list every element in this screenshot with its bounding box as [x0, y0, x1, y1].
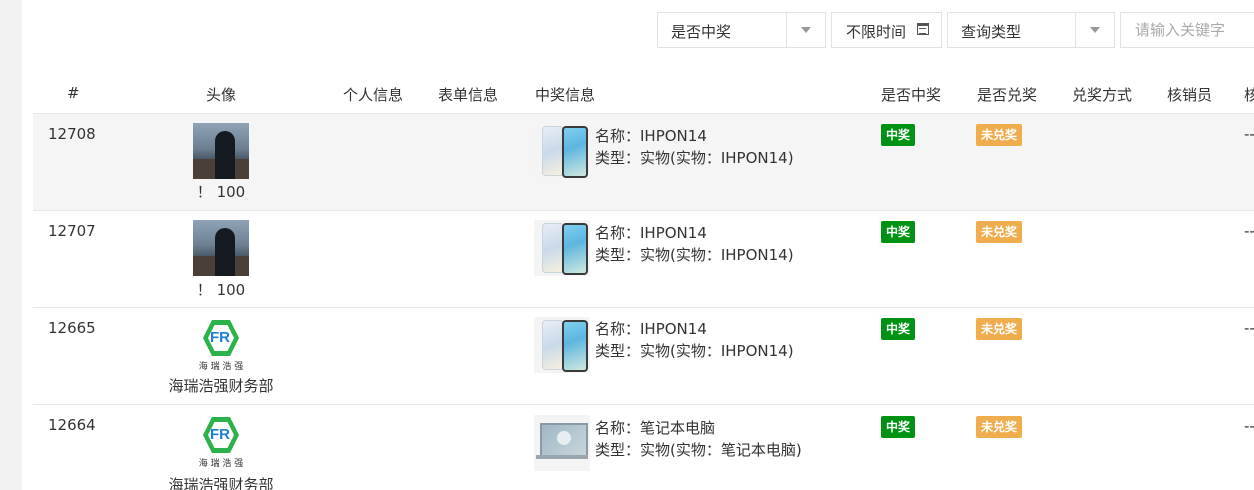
prize-type: 类型：实物(实物：IHPON14)	[595, 342, 794, 360]
prize-name: 名称：IHPON14	[595, 224, 707, 242]
win-status-badge: 中奖	[881, 416, 916, 438]
truncated-cell: --	[1244, 319, 1254, 337]
prize-name: 名称：IHPON14	[595, 127, 707, 145]
lottery-records-panel: 是否中奖 不限时间 查询类型 # 头像 个人信息 表单信息 中奖信息 是否中奖 …	[22, 0, 1254, 490]
column-header-redeem-status: 是否兑奖	[977, 86, 1038, 104]
query-type-select[interactable]: 查询类型	[947, 12, 1115, 48]
win-status-badge: 中奖	[881, 124, 916, 146]
table-row[interactable]: 12665 FR 海 瑞 浩 强 海瑞浩强财务部 名称：IHPON14 类型：实…	[33, 308, 1254, 405]
column-header-win-status: 是否中奖	[881, 86, 942, 104]
column-header-verifier: 核销员	[1167, 86, 1213, 104]
prize-type: 类型：实物(实物：IHPON14)	[595, 149, 794, 167]
win-status-badge: 中奖	[881, 318, 916, 340]
win-status-badge: 中奖	[881, 221, 916, 243]
chevron-down-icon	[1090, 27, 1100, 33]
prize-image	[534, 123, 590, 179]
prize-name: 名称：笔记本电脑	[595, 419, 716, 437]
avatar	[193, 123, 249, 179]
win-status-select-value: 是否中奖	[671, 23, 732, 41]
chevron-down-icon	[801, 27, 811, 33]
query-type-select-value: 查询类型	[961, 23, 1022, 41]
column-header-truncated: 核	[1244, 86, 1254, 104]
redeem-status-badge: 未兑奖	[976, 221, 1023, 243]
win-status-select-toggle[interactable]	[786, 13, 825, 47]
truncated-cell: --	[1244, 222, 1254, 240]
row-id: 12708	[48, 125, 96, 143]
row-id: 12665	[48, 319, 96, 337]
win-status-select[interactable]: 是否中奖	[657, 12, 826, 48]
prize-type: 类型：实物(实物：笔记本电脑)	[595, 441, 802, 459]
avatar: FR 海 瑞 浩 强	[193, 317, 249, 373]
prize-image	[534, 220, 590, 276]
prize-image	[534, 415, 590, 471]
table-row[interactable]: 12707 ！ 100 名称：IHPON14 类型：实物(实物：IHPON14)…	[33, 211, 1254, 308]
user-nickname: ！ 100	[196, 281, 246, 299]
table-row[interactable]: 12708 ！ 100 名称：IHPON14 类型：实物(实物：IHPON14)…	[33, 114, 1254, 211]
column-header-redeem-method: 兑奖方式	[1072, 86, 1133, 104]
truncated-cell: --	[1244, 125, 1254, 143]
prize-name: 名称：IHPON14	[595, 320, 707, 338]
table-row[interactable]: 12664 FR 海 瑞 浩 强 海瑞浩强财务部 名称：笔记本电脑 类型：实物(…	[33, 405, 1254, 490]
keyword-input[interactable]	[1121, 13, 1254, 47]
redeem-status-badge: 未兑奖	[976, 416, 1023, 438]
column-header-avatar: 头像	[206, 86, 237, 104]
keyword-search-box	[1120, 12, 1254, 48]
query-type-select-toggle[interactable]	[1075, 13, 1114, 47]
row-id: 12664	[48, 416, 96, 434]
column-header-form-info: 表单信息	[438, 86, 499, 104]
redeem-status-badge: 未兑奖	[976, 318, 1023, 340]
user-nickname: 海瑞浩强财务部	[168, 377, 274, 395]
time-range-picker[interactable]: 不限时间	[831, 12, 942, 48]
time-range-value: 不限时间	[846, 23, 907, 41]
prize-type: 类型：实物(实物：IHPON14)	[595, 246, 794, 264]
column-header-personal-info: 个人信息	[343, 86, 404, 104]
redeem-status-badge: 未兑奖	[976, 124, 1023, 146]
avatar: FR 海 瑞 浩 强	[193, 414, 249, 470]
truncated-cell: --	[1244, 417, 1254, 435]
row-id: 12707	[48, 222, 96, 240]
user-nickname: 海瑞浩强财务部	[168, 476, 274, 490]
prize-image	[534, 317, 590, 373]
column-header-prize-info: 中奖信息	[535, 86, 596, 104]
avatar	[193, 220, 249, 276]
user-nickname: ！ 100	[196, 183, 246, 201]
calendar-icon	[917, 23, 929, 35]
column-header-id: #	[67, 84, 80, 102]
